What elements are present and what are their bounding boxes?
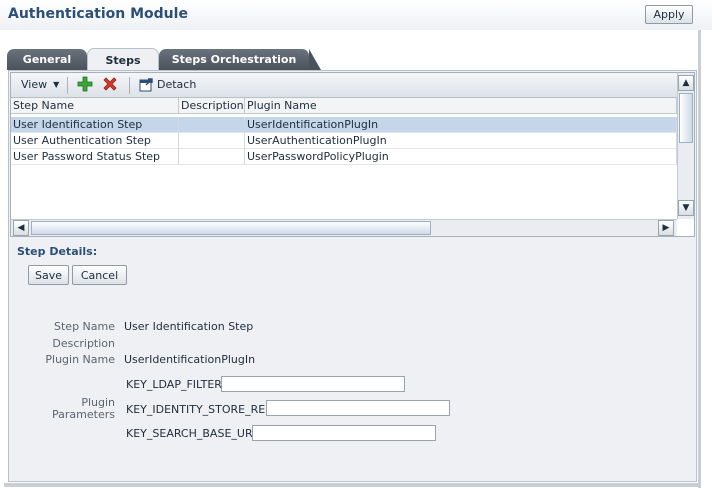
steps-table: View ▼ Detach Step Name Description Plug… bbox=[10, 72, 695, 237]
header-bar: Authentication Module bbox=[0, 0, 712, 30]
cell-description bbox=[179, 149, 245, 165]
plugin-name-label: Plugin Name bbox=[45, 353, 115, 366]
param-key: KEY_SEARCH_BASE_URL bbox=[126, 427, 259, 440]
cell-step-name: User Authentication Step bbox=[11, 133, 179, 149]
step-details-title: Step Details: bbox=[17, 245, 98, 258]
scroll-down-icon[interactable]: ▼ bbox=[678, 200, 694, 216]
plus-icon bbox=[77, 76, 93, 92]
add-button[interactable] bbox=[77, 76, 93, 92]
tab-strip: General Steps Steps Orchestration bbox=[7, 48, 697, 71]
vertical-scrollbar[interactable]: ▲ ▼ bbox=[677, 73, 694, 219]
cell-plugin-name: UserPasswordPolicyPlugin bbox=[245, 149, 677, 165]
vertical-scroll-thumb[interactable] bbox=[679, 93, 693, 143]
scroll-right-icon[interactable]: ▶ bbox=[658, 220, 674, 236]
chevron-down-icon: ▼ bbox=[53, 80, 60, 89]
apply-button[interactable]: Apply bbox=[645, 5, 693, 24]
panel-shadow-right bbox=[698, 30, 701, 488]
cell-plugin-name: UserIdentificationPlugIn bbox=[245, 117, 677, 133]
column-header-plugin-name[interactable]: Plugin Name bbox=[245, 98, 677, 114]
detach-icon bbox=[139, 78, 153, 92]
tab-steps[interactable]: Steps bbox=[87, 48, 159, 71]
detach-label: Detach bbox=[157, 78, 197, 91]
save-button[interactable]: Save bbox=[28, 265, 69, 285]
key-identity-store-ref-input[interactable] bbox=[266, 400, 450, 416]
authentication-module-window: Authentication Module Apply General Step… bbox=[0, 0, 712, 496]
scroll-up-icon[interactable]: ▲ bbox=[678, 75, 694, 91]
tab-notch bbox=[309, 49, 321, 70]
view-label: View bbox=[21, 78, 48, 91]
cell-plugin-name: UserAuthenticationPlugIn bbox=[245, 133, 677, 149]
horizontal-scrollbar[interactable]: ◀ ▶ bbox=[11, 219, 677, 236]
tab-steps-orchestration[interactable]: Steps Orchestration bbox=[159, 49, 309, 70]
detach-button[interactable]: Detach bbox=[139, 77, 196, 92]
column-header-description[interactable]: Description bbox=[179, 98, 245, 114]
table-toolbar: View ▼ Detach bbox=[11, 73, 677, 98]
horizontal-scroll-thumb[interactable] bbox=[31, 221, 431, 235]
cell-description bbox=[179, 133, 245, 149]
param-key: KEY_LDAP_FILTER bbox=[126, 378, 222, 391]
step-name-label: Step Name bbox=[54, 320, 115, 333]
description-label: Description bbox=[52, 337, 115, 350]
page-title: Authentication Module bbox=[8, 6, 188, 22]
table-header: Step Name Description Plugin Name bbox=[11, 98, 677, 114]
key-ldap-filter-input[interactable] bbox=[221, 376, 405, 392]
toolbar-separator bbox=[129, 77, 130, 94]
plugin-parameters-label-line2: Parameters bbox=[52, 408, 115, 421]
table-row[interactable]: User Identification Step UserIdentificat… bbox=[11, 117, 677, 133]
scroll-left-icon[interactable]: ◀ bbox=[13, 220, 29, 236]
column-header-step-name[interactable]: Step Name bbox=[11, 98, 179, 114]
table-row[interactable]: User Password Status Step UserPasswordPo… bbox=[11, 149, 677, 165]
cancel-button[interactable]: Cancel bbox=[72, 265, 127, 285]
cell-step-name: User Identification Step bbox=[11, 117, 179, 133]
cell-description bbox=[179, 117, 245, 133]
toolbar-separator bbox=[67, 77, 68, 94]
delete-button[interactable] bbox=[102, 76, 118, 92]
x-icon bbox=[103, 77, 117, 91]
cell-step-name: User Password Status Step bbox=[11, 149, 179, 165]
key-search-base-url-input[interactable] bbox=[252, 425, 436, 441]
plugin-name-value: UserIdentificationPlugIn bbox=[124, 353, 256, 366]
step-name-value: User Identification Step bbox=[124, 320, 254, 333]
view-menu[interactable]: View ▼ bbox=[21, 78, 59, 91]
table-row[interactable]: User Authentication Step UserAuthenticat… bbox=[11, 133, 677, 149]
tab-general[interactable]: General bbox=[7, 49, 87, 70]
panel-shadow-bottom bbox=[4, 483, 701, 487]
param-key: KEY_IDENTITY_STORE_REF bbox=[126, 403, 272, 416]
